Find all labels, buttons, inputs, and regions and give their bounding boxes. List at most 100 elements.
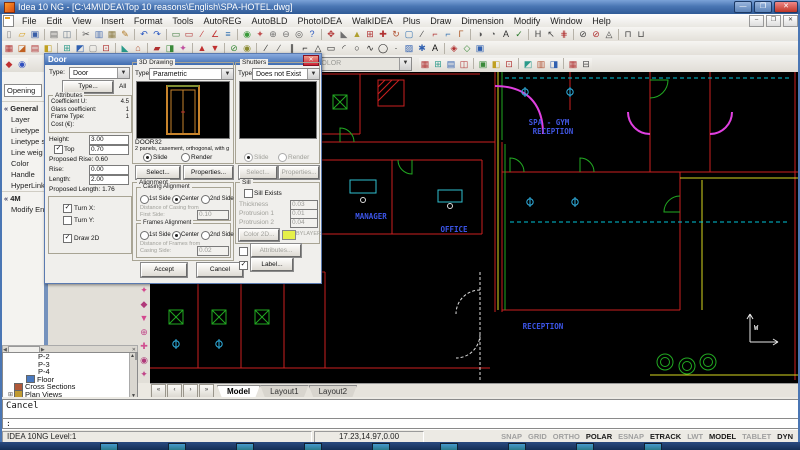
accept-button[interactable]: Accept (141, 263, 187, 277)
length-field[interactable]: 2.00 (89, 175, 129, 185)
cancel-button[interactable]: Cancel (197, 263, 243, 277)
toolbar-icon[interactable]: ◣ (338, 28, 350, 40)
rectangle-icon[interactable]: ▭ (325, 42, 337, 54)
entity-selector[interactable]: Opening (4, 84, 42, 97)
toggle-polar[interactable]: POLAR (583, 432, 615, 441)
frames-2nd-side-radio[interactable] (201, 231, 210, 240)
toolbar-icon[interactable]: ◉ (241, 28, 253, 40)
tab-nav-icon[interactable]: « (151, 384, 166, 398)
casing-center-radio[interactable] (172, 195, 181, 204)
top-field[interactable]: 0.70 (89, 145, 129, 155)
maximize-button[interactable]: ❐ (754, 1, 772, 13)
toolbar-icon[interactable]: ◉ (138, 354, 150, 366)
slide-radio[interactable] (143, 153, 152, 162)
move-icon[interactable]: ✥ (325, 28, 337, 40)
toggle-tablet[interactable]: TABLET (739, 432, 774, 441)
command-history[interactable]: Cancel (2, 399, 800, 420)
menu-draw[interactable]: Draw (425, 16, 456, 26)
scrollbar-thumb[interactable] (135, 352, 137, 360)
property-item[interactable]: Color (2, 158, 44, 169)
frames-1st-side-radio[interactable] (140, 231, 149, 240)
autobld-icon[interactable]: ◪ (16, 42, 28, 54)
hatch-icon[interactable]: ▨ (403, 42, 415, 54)
fillet-icon[interactable]: ⌐ (429, 28, 441, 40)
toolbar-icon[interactable]: ≡ (222, 28, 234, 40)
zoom-extents-icon[interactable]: ◎ (293, 28, 305, 40)
spline-icon[interactable]: ∿ (364, 42, 376, 54)
toolbar-icon[interactable]: ▦ (567, 58, 579, 70)
property-item[interactable]: Handle (2, 169, 44, 180)
print-icon[interactable]: ▤ (48, 28, 60, 40)
toolbar-icon[interactable]: ▦ (419, 58, 431, 70)
toggle-esnap[interactable]: ESNAP (615, 432, 647, 441)
height-field[interactable]: 3.00 (89, 135, 129, 145)
tab-nav-icon[interactable]: » (199, 384, 214, 398)
property-item[interactable]: Linetype (2, 125, 44, 136)
toggle-grid[interactable]: GRID (525, 432, 550, 441)
new-icon[interactable]: ▯ (3, 28, 15, 40)
toolbar-icon[interactable]: ✱ (416, 42, 428, 54)
toolbar-icon[interactable]: ▼ (138, 312, 150, 324)
help-icon[interactable]: ? (306, 28, 318, 40)
toolbar-icon[interactable]: ⊟ (580, 58, 592, 70)
toolbar-icon[interactable]: ◧ (490, 58, 502, 70)
undo-icon[interactable]: ↶ (138, 28, 150, 40)
toolbar-icon[interactable]: ◇ (461, 42, 473, 54)
toggle-etrack[interactable]: ETRACK (647, 432, 684, 441)
print-preview-icon[interactable]: ◫ (61, 28, 73, 40)
draw-2d-checkbox[interactable] (63, 234, 72, 243)
menu-insert[interactable]: Insert (96, 16, 129, 26)
frames-center-radio[interactable] (172, 231, 181, 240)
shutters-type-combo[interactable]: Does not Exist ▼ (252, 68, 320, 80)
toolbar-icon[interactable]: Η (532, 28, 544, 40)
tree-scrollbar[interactable]: ▲▼ (129, 353, 137, 399)
circle-icon[interactable]: ○ (351, 42, 363, 54)
property-item[interactable]: Modify En (2, 204, 44, 215)
toolbar-icon[interactable]: ✦ (254, 28, 266, 40)
toolbar-icon[interactable]: ↖ (545, 28, 557, 40)
status-coordinates[interactable]: 17.23,14.97,0.00 (314, 431, 424, 443)
toolbar-icon[interactable]: ▣ (477, 58, 489, 70)
toolbar-icon[interactable]: ⊞ (432, 58, 444, 70)
menu-format[interactable]: Format (129, 16, 168, 26)
toolbar-icon[interactable]: ▣ (474, 42, 486, 54)
property-item[interactable]: HyperLink (2, 180, 44, 191)
minimize-button[interactable]: — (734, 1, 752, 13)
door-type-combo[interactable]: Door ▼ (69, 67, 130, 79)
toolbar-icon[interactable]: ▢ (403, 28, 415, 40)
menu-tools[interactable]: Tools (167, 16, 198, 26)
render-radio[interactable] (181, 153, 190, 162)
panel-group-4m[interactable]: 4M (2, 191, 44, 204)
toolbar-icon[interactable]: ∕ (416, 28, 428, 40)
top-checkbox[interactable] (54, 145, 63, 154)
arc-icon[interactable]: ◜ (338, 42, 350, 54)
open-icon[interactable]: ▱ (16, 28, 28, 40)
label-checkbox[interactable] (239, 261, 248, 270)
ellipse-icon[interactable]: ◯ (377, 42, 389, 54)
toolbar-icon[interactable]: ▤ (445, 58, 457, 70)
toolbar-icon[interactable]: ◬ (603, 28, 615, 40)
point-icon[interactable]: · (390, 42, 402, 54)
toolbar-icon[interactable]: ◆ (138, 298, 150, 310)
toolbar-icon[interactable]: ✦ (138, 284, 150, 296)
text-icon[interactable]: A (429, 42, 441, 54)
toolbar-icon[interactable]: ⊘ (577, 28, 589, 40)
toolbar-icon[interactable]: ▲ (351, 28, 363, 40)
toolbar-icon[interactable]: ◑ (474, 28, 486, 40)
toolbar-icon[interactable]: ⊕ (138, 326, 150, 338)
paste-icon[interactable]: ▦ (106, 28, 118, 40)
property-item[interactable]: Linetype s (2, 136, 44, 147)
toolbar-icon[interactable]: ◈ (448, 42, 460, 54)
toolbar-icon[interactable]: ▭ (170, 28, 182, 40)
tree-item[interactable]: P-3 (3, 361, 137, 369)
mdi-close-button[interactable]: ✕ (783, 15, 798, 27)
turn-y-checkbox[interactable] (63, 216, 72, 225)
copy-icon[interactable]: ▥ (93, 28, 105, 40)
menu-photoidea[interactable]: PhotoIDEA (293, 16, 348, 26)
toolbar-icon[interactable]: ∠ (209, 28, 221, 40)
tree-item[interactable]: P-2 (3, 353, 137, 361)
autobld-icon[interactable]: ▤ (29, 42, 41, 54)
redo-icon[interactable]: ↷ (151, 28, 163, 40)
menu-modify[interactable]: Modify (509, 16, 546, 26)
toolbar-icon[interactable]: ✚ (377, 28, 389, 40)
